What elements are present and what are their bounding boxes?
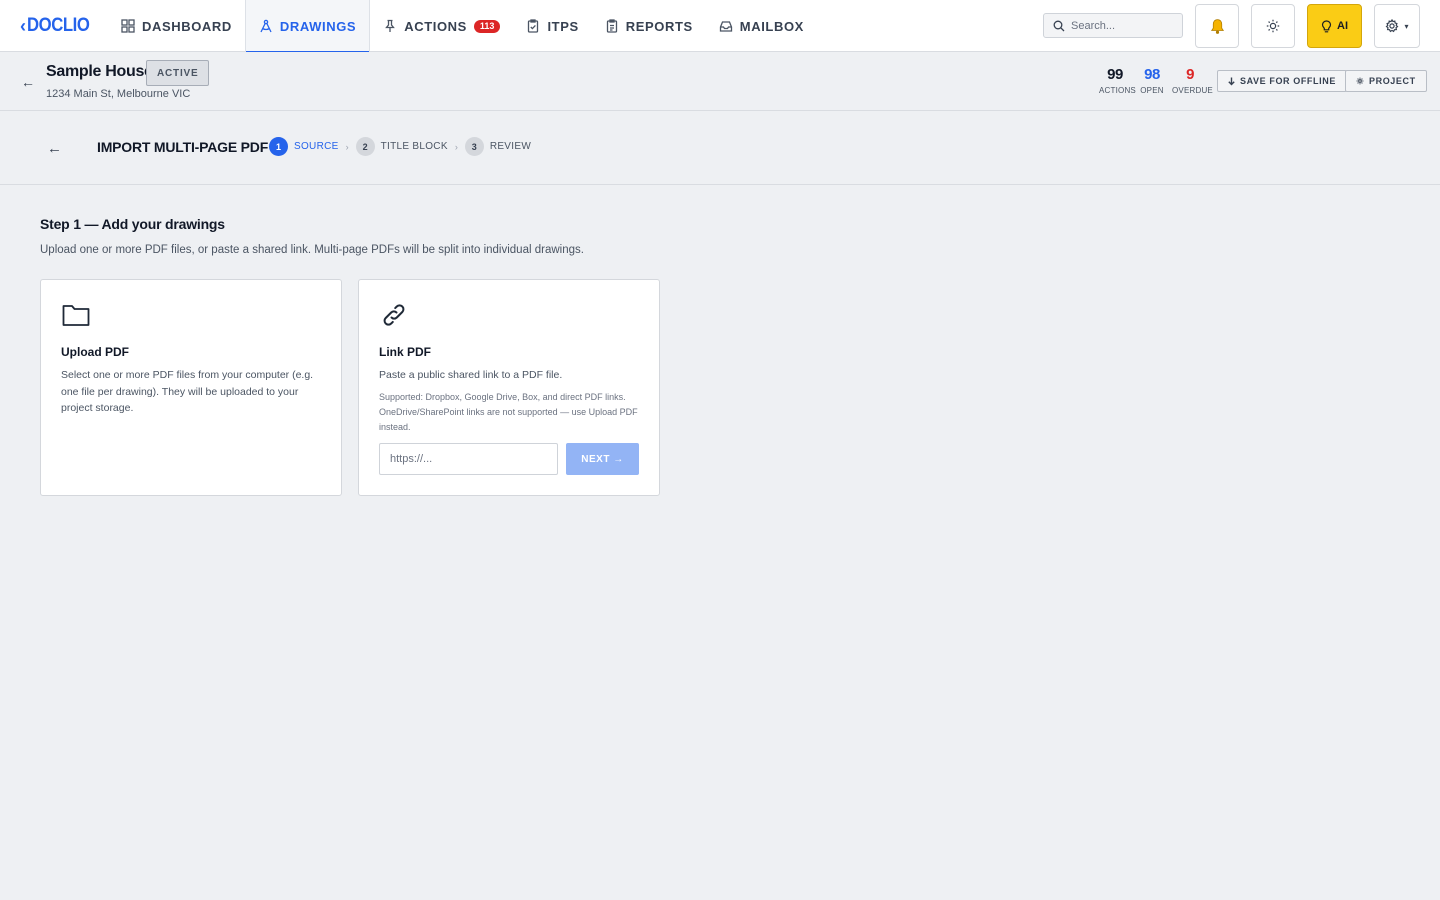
- upload-card-description: Select one or more PDF files from your c…: [61, 369, 314, 414]
- upload-card-title: Upload PDF: [61, 345, 129, 359]
- gear-icon: [1386, 19, 1399, 33]
- stat-overdue[interactable]: 9 OVERDUE: [1172, 66, 1213, 95]
- stat-value: 98: [1144, 66, 1160, 83]
- grid-icon: [121, 19, 135, 33]
- logo-text: DOCLIO: [26, 15, 90, 36]
- stat-actions[interactable]: 99 ACTIONS: [1099, 66, 1136, 95]
- nav-item-itps[interactable]: ITPS: [513, 0, 591, 52]
- top-navigation-bar: ‹ DOCLIO DASHBOARD DRAWINGS ACTIONS 113: [0, 0, 1440, 53]
- nav-label: DASHBOARD: [142, 18, 232, 34]
- project-address: 1234 Main St, Melbourne VIC: [46, 88, 191, 100]
- project-settings-button[interactable]: PROJECT: [1345, 70, 1427, 92]
- stat-label: OVERDUE: [1172, 86, 1213, 95]
- step-label: SOURCE: [294, 141, 339, 152]
- app-logo[interactable]: ‹ DOCLIO: [20, 12, 97, 40]
- ai-label: AI: [1337, 20, 1348, 32]
- settings-menu-button[interactable]: ▾: [1374, 4, 1420, 48]
- project-header: ← Sample House ACTIVE 1234 Main St, Melb…: [0, 52, 1440, 111]
- lightbulb-icon: [1321, 19, 1332, 32]
- logo-chevron-icon: ‹: [20, 15, 26, 36]
- stat-label: OPEN: [1140, 86, 1164, 95]
- actions-count-badge: 113: [473, 19, 501, 33]
- stat-open[interactable]: 98 OPEN: [1139, 66, 1165, 95]
- nav-label: DRAWINGS: [279, 18, 357, 34]
- theme-toggle-button[interactable]: [1251, 4, 1295, 48]
- step-number: 1: [269, 137, 288, 156]
- link-card-supported-note: Supported: Dropbox, Google Drive, Box, a…: [379, 391, 638, 432]
- step-source[interactable]: 1 SOURCE: [269, 137, 339, 156]
- clipboard-list-icon: [606, 19, 617, 33]
- gear-icon: [1356, 77, 1364, 85]
- nav-item-reports[interactable]: REPORTS: [592, 0, 706, 52]
- project-label: PROJECT: [1369, 76, 1416, 86]
- inbox-icon: [719, 21, 732, 32]
- project-name: Sample House: [46, 63, 153, 80]
- step-description: Upload one or more PDF files, or paste a…: [40, 244, 584, 256]
- import-wizard-header: ← IMPORT MULTI-PAGE PDF 1 SOURCE › 2 TIT…: [0, 111, 1440, 185]
- stat-value: 9: [1186, 66, 1194, 83]
- nav-item-dashboard[interactable]: DASHBOARD: [108, 0, 245, 52]
- ai-assistant-button[interactable]: AI: [1307, 4, 1362, 48]
- download-arrow-icon: [1228, 77, 1235, 85]
- nav-item-drawings[interactable]: DRAWINGS: [244, 0, 371, 53]
- clipboard-check-icon: [528, 19, 539, 33]
- search-input[interactable]: [1071, 19, 1171, 32]
- search-icon: [1053, 20, 1065, 31]
- wizard-stepper: 1 SOURCE › 2 TITLE BLOCK › 3 REVIEW: [269, 137, 531, 156]
- folder-icon: [62, 305, 90, 326]
- stat-label: ACTIONS: [1099, 86, 1136, 95]
- nav-item-actions[interactable]: ACTIONS 113: [370, 0, 513, 52]
- nav-label: MAILBOX: [739, 18, 804, 34]
- link-pdf-card: Link PDF Paste a public shared link to a…: [358, 279, 660, 496]
- stat-value: 99: [1107, 66, 1123, 83]
- search-box[interactable]: [1043, 13, 1183, 38]
- step-number: 3: [464, 137, 484, 156]
- back-arrow-icon[interactable]: ←: [21, 74, 35, 90]
- wizard-back-arrow-icon[interactable]: ←: [47, 140, 62, 157]
- step-number: 2: [355, 137, 375, 156]
- step-review[interactable]: 3 REVIEW: [464, 137, 532, 156]
- nav-label: REPORTS: [625, 18, 693, 34]
- wizard-title: IMPORT MULTI-PAGE PDF: [97, 139, 269, 155]
- step-label: TITLE BLOCK: [380, 141, 448, 152]
- nav-label: ACTIONS: [404, 18, 467, 34]
- link-input-row: NEXT →: [379, 443, 639, 475]
- nav-item-mailbox[interactable]: MAILBOX: [706, 0, 817, 52]
- link-card-title: Link PDF: [379, 345, 432, 359]
- chevron-right-icon: ›: [454, 141, 458, 152]
- pin-icon: [385, 19, 396, 32]
- upload-pdf-card[interactable]: Upload PDF Select one or more PDF files …: [40, 279, 342, 496]
- chevron-down-icon: ▾: [1404, 21, 1409, 31]
- pdf-link-input[interactable]: [379, 443, 558, 475]
- next-button[interactable]: NEXT →: [566, 443, 639, 475]
- save-offline-button[interactable]: SAVE FOR OFFLINE: [1217, 70, 1347, 92]
- status-badge: ACTIVE: [146, 60, 210, 86]
- save-offline-label: SAVE FOR OFFLINE: [1240, 76, 1336, 86]
- step-heading: Step 1 — Add your drawings: [40, 216, 225, 232]
- notifications-button[interactable]: [1195, 4, 1239, 48]
- step-title-block[interactable]: 2 TITLE BLOCK: [355, 137, 448, 156]
- chevron-right-icon: ›: [345, 141, 349, 152]
- step-label: REVIEW: [489, 141, 532, 152]
- compass-icon: [260, 19, 272, 33]
- bell-icon: [1210, 18, 1224, 34]
- nav-label: ITPS: [547, 18, 579, 34]
- link-icon: [383, 304, 405, 326]
- link-card-description: Paste a public shared link to a PDF file…: [379, 369, 563, 381]
- main-nav: DASHBOARD DRAWINGS ACTIONS 113 ITPS REPO…: [108, 0, 817, 53]
- sun-icon: [1266, 19, 1280, 33]
